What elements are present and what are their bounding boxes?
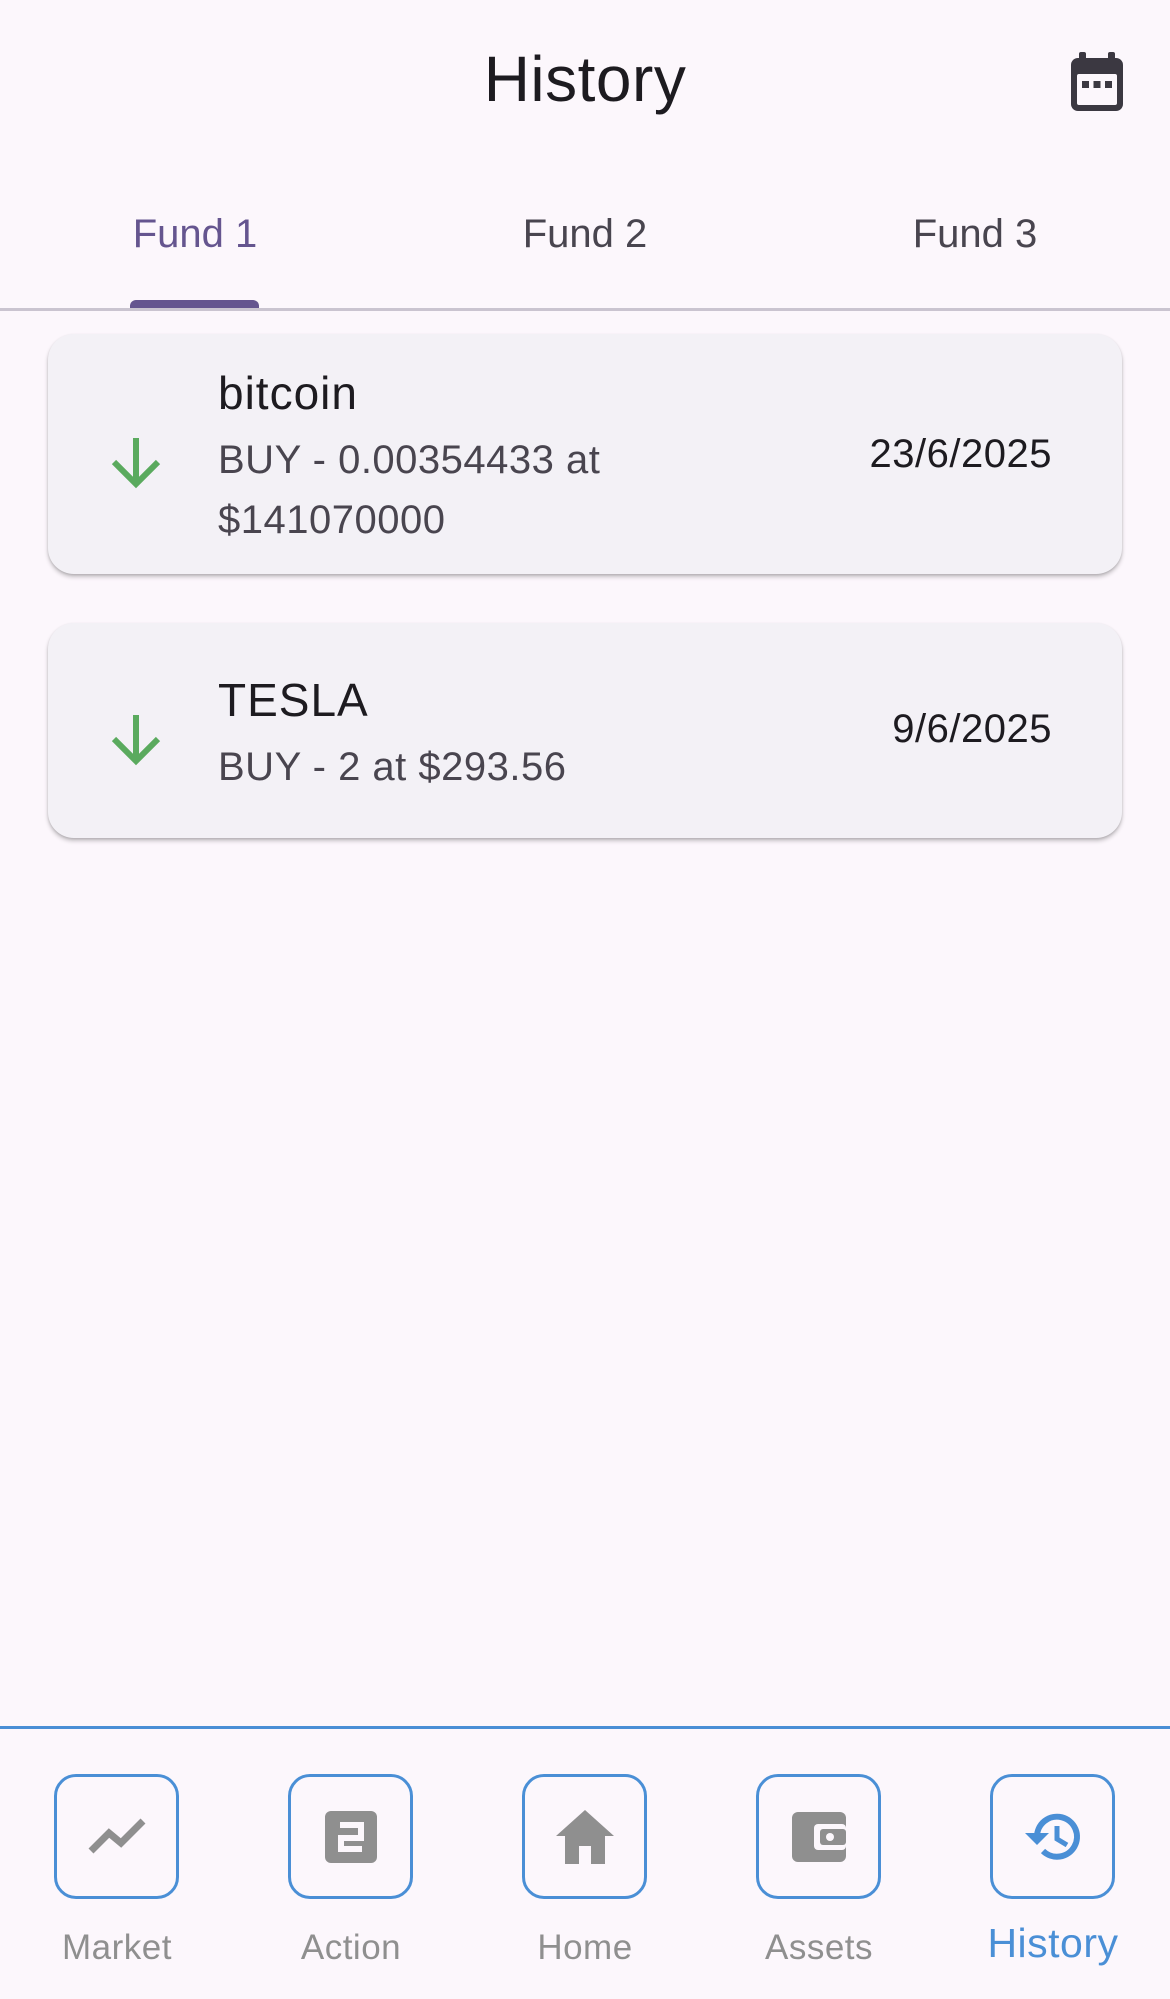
history-screen: History Fund 1 Fund 2 Fund 3 bitcoin BUY… [0, 0, 1170, 1999]
nav-label: Market [62, 1928, 172, 1967]
nav-icon-box [54, 1774, 179, 1899]
transaction-detail-continued: $141070000 [218, 498, 446, 542]
app-bar: History [0, 0, 1170, 160]
nav-label: Home [537, 1928, 633, 1967]
nav-item-assets[interactable]: Assets [739, 1774, 899, 1994]
tab-label: Fund 3 [912, 212, 1038, 256]
nav-item-history[interactable]: History [973, 1774, 1133, 1994]
nav-icon-box [990, 1774, 1115, 1899]
nav-label: Assets [764, 1928, 874, 1967]
nav-icon-box [756, 1774, 881, 1899]
transaction-card-bitcoin[interactable]: bitcoin BUY - 0.00354433 at $141070000 2… [48, 334, 1122, 574]
transaction-date: 23/6/2025 [869, 432, 1052, 476]
calendar-button[interactable] [1062, 48, 1132, 118]
nav-item-market[interactable]: Market [37, 1774, 197, 1994]
nav-divider [0, 1726, 1170, 1729]
nav-icon-box [288, 1774, 413, 1899]
transaction-detail: BUY - 2 at $293.56 [218, 745, 567, 789]
asset-name: TESLA [218, 674, 369, 726]
page-title: History [483, 43, 687, 115]
tab-fund-1[interactable]: Fund 1 [0, 196, 390, 308]
bottom-navigation: Market Action Home Assets History [0, 1726, 1170, 1999]
tab-fund-3[interactable]: Fund 3 [780, 196, 1170, 308]
fund-tabs: Fund 1 Fund 2 Fund 3 [0, 196, 1170, 310]
wallet-icon [791, 1811, 846, 1862]
nav-label: Action [300, 1928, 402, 1967]
arrow-down-icon [111, 715, 161, 766]
transaction-date: 9/6/2025 [892, 707, 1052, 751]
nav-icon-box [522, 1774, 647, 1899]
nav-item-home[interactable]: Home [505, 1774, 665, 1994]
home-icon [555, 1809, 614, 1864]
history-icon [1024, 1813, 1080, 1860]
asset-name: bitcoin [218, 367, 358, 419]
tab-label: Fund 1 [132, 212, 258, 256]
calendar-icon [1071, 52, 1123, 111]
transaction-card-tesla[interactable]: TESLA BUY - 2 at $293.56 9/6/2025 [48, 623, 1122, 838]
tab-label: Fund 2 [522, 212, 648, 256]
action-icon [324, 1810, 377, 1863]
trending-icon [88, 1818, 145, 1853]
tabs-divider [0, 308, 1170, 311]
tab-fund-2[interactable]: Fund 2 [390, 196, 780, 308]
transaction-detail: BUY - 0.00354433 at [218, 438, 601, 482]
nav-label: History [987, 1920, 1119, 1966]
nav-item-action[interactable]: Action [271, 1774, 431, 1994]
arrow-down-icon [111, 438, 161, 489]
